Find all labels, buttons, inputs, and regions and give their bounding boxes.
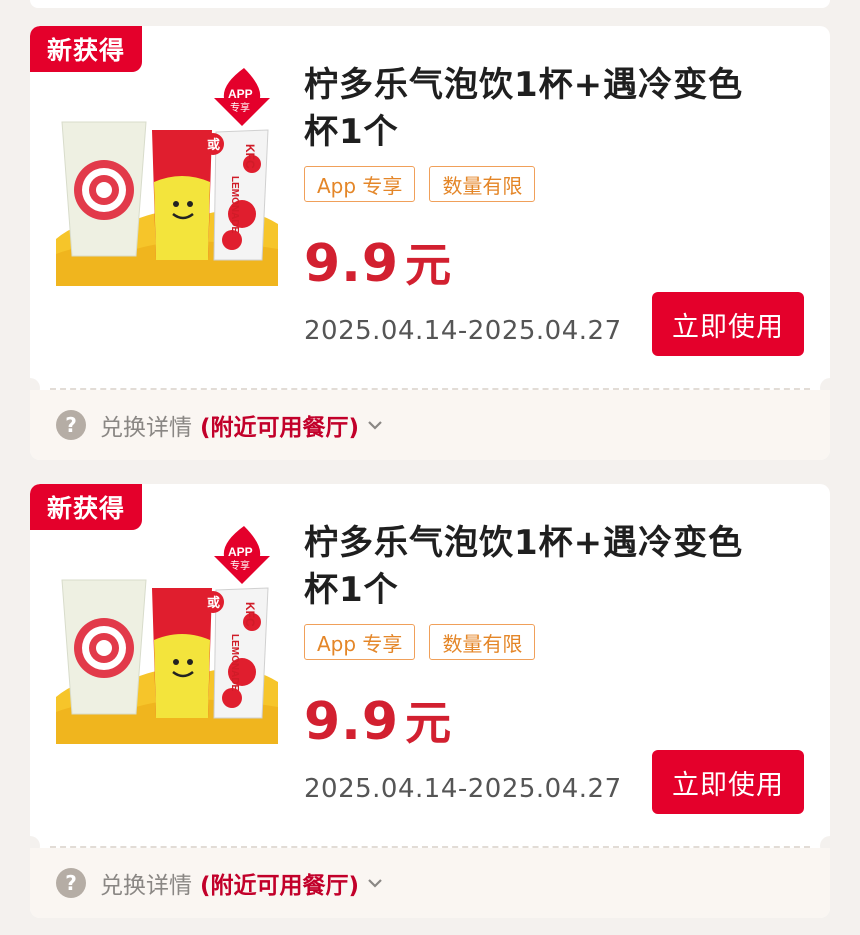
price-unit: 元 (405, 696, 453, 750)
redeem-details-label: 兑换详情 (100, 415, 192, 441)
can-brand-text: KFC (243, 602, 257, 627)
app-badge-sub: 专享 (230, 101, 250, 114)
nearby-restaurants-link[interactable]: (附近可用餐厅) (200, 866, 359, 900)
use-now-button[interactable]: 立即使用 (652, 750, 804, 814)
previous-card-edge (30, 0, 830, 8)
can-lemonade-text: LEMONADE (229, 176, 240, 234)
chevron-down-icon[interactable] (365, 873, 385, 893)
use-now-button[interactable]: 立即使用 (652, 292, 804, 356)
coupon-card: 新获得 KFC LEMONADE 或 APP 专享 柠多乐气泡饮1杯+遇冷变色杯… (30, 26, 830, 460)
nearby-restaurants-link[interactable]: (附近可用餐厅) (200, 408, 359, 442)
badge-row: App 专享 数量有限 (304, 166, 536, 202)
price-value: 9.9 (304, 692, 400, 752)
app-badge-text: APP (228, 545, 253, 559)
redeem-details-label: 兑换详情 (100, 873, 192, 899)
app-badge-text: APP (228, 87, 253, 101)
coupon-title: 柠多乐气泡饮1杯+遇冷变色杯1个 (304, 65, 744, 152)
price-value: 9.9 (304, 234, 400, 294)
can-brand-text: KFC (243, 144, 257, 169)
badge-row: App 专享 数量有限 (304, 624, 536, 660)
app-exclusive-badge: App 专享 (304, 624, 416, 660)
question-circle-icon: ? (56, 868, 86, 898)
coupon-title: 柠多乐气泡饮1杯+遇冷变色杯1个 (304, 523, 744, 610)
limited-badge: 数量有限 (429, 624, 536, 660)
chevron-down-icon[interactable] (365, 415, 385, 435)
redeem-details-row[interactable]: ? 兑换详情 (附近可用餐厅) (30, 390, 830, 460)
app-badge-sub: 专享 (230, 559, 250, 572)
validity-date: 2025.04.14-2025.04.27 (304, 316, 622, 346)
limited-badge: 数量有限 (429, 166, 536, 202)
app-exclusive-badge: App 专享 (304, 166, 416, 202)
can-lemonade-text: LEMONADE (229, 634, 240, 692)
question-circle-icon: ? (56, 410, 86, 440)
coupon-card: 新获得 KFC LEMONADE 或 APP 专享 柠多乐气泡饮1杯+遇冷变色杯… (30, 484, 830, 918)
validity-date: 2025.04.14-2025.04.27 (304, 774, 622, 804)
price: 9.9 元 (304, 682, 452, 763)
or-text: 或 (207, 137, 220, 153)
redeem-details-row[interactable]: ? 兑换详情 (附近可用餐厅) (30, 848, 830, 918)
or-text: 或 (207, 595, 220, 611)
price: 9.9 元 (304, 224, 452, 305)
product-image: KFC LEMONADE 或 APP 专享 (56, 68, 278, 286)
price-unit: 元 (405, 238, 453, 292)
product-image: KFC LEMONADE 或 APP 专享 (56, 526, 278, 744)
